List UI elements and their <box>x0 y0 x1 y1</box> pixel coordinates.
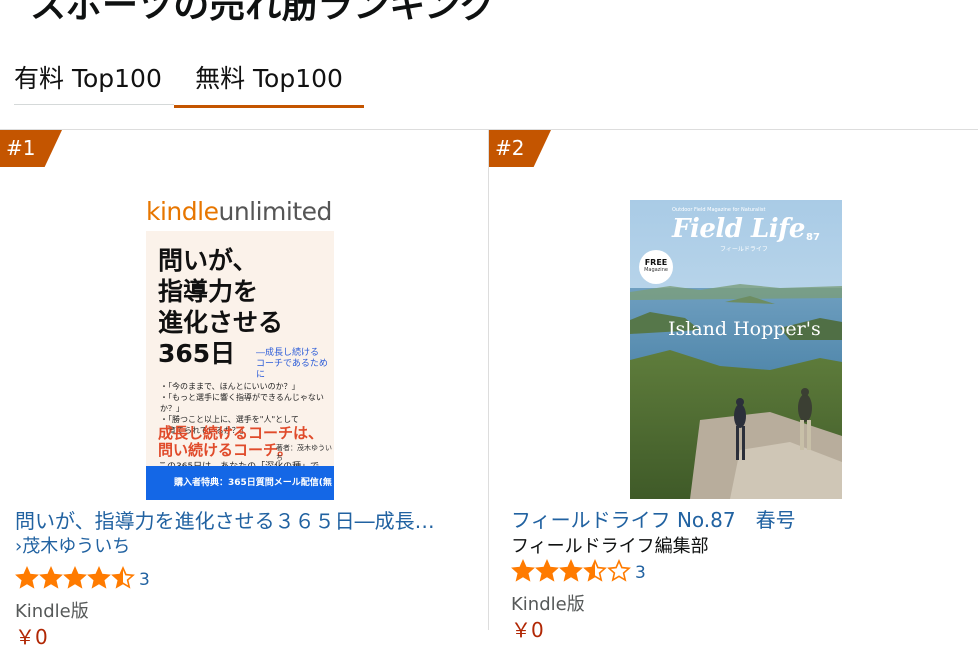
cover-subtitle: ―成長し続ける コーチであるために <box>256 348 328 380</box>
cover-bonus-band: 購入者特典：365日質問メール配信(無料) <box>146 466 334 500</box>
cover-headline: Island Hopper's <box>668 318 821 340</box>
rank-badge: #1 <box>0 130 62 167</box>
rating-count[interactable]: 3 <box>139 570 150 590</box>
format-label: Kindle版 <box>15 601 89 622</box>
rating-count[interactable]: 3 <box>635 563 646 583</box>
star-icon <box>39 566 63 594</box>
star-rating[interactable]: 3 <box>15 566 150 594</box>
free-badge: FREE Magazine <box>639 250 673 284</box>
star-icon <box>607 559 631 587</box>
star-icon <box>87 566 111 594</box>
star-rating[interactable]: 3 <box>511 559 646 587</box>
book-cover[interactable]: 問いが、 指導力を 進化させる 365日 ―成長し続ける コーチであるために ・… <box>146 231 334 500</box>
cover-tagline: Outdoor Field Magazine for Naturalist <box>672 207 766 213</box>
star-icon <box>15 566 39 594</box>
star-icon <box>63 566 87 594</box>
book-title-link[interactable]: 問いが、指導力を進化させる３６５日―成長… <box>15 508 465 534</box>
author-link[interactable]: ›茂木ゆういち <box>15 536 130 558</box>
tab-paid-top100[interactable]: 有料 Top100 <box>14 56 174 105</box>
star-icon <box>559 559 583 587</box>
star-icon <box>583 559 607 587</box>
ranking-item: #2 Outdoor Field Magazine for Naturalist… <box>489 130 978 642</box>
rank-badge: #2 <box>489 130 551 167</box>
kindle-unlimited-logo: kindleunlimited <box>146 197 332 226</box>
cover-kana: フィールドライフ <box>720 246 768 253</box>
price: ￥0 <box>511 618 544 642</box>
format-label: Kindle版 <box>511 594 585 615</box>
tab-free-top100[interactable]: 無料 Top100 <box>174 56 364 108</box>
star-icon <box>111 566 135 594</box>
ranking-item: #1 kindleunlimited 問いが、 指導力を 進化させる 365日 … <box>0 130 488 649</box>
author-name: フィールドライフ編集部 <box>511 536 709 557</box>
book-title-link[interactable]: フィールドライフ No.87 春号 <box>511 507 961 533</box>
star-icon <box>535 559 559 587</box>
page-title: スポーツの売れ筋ランキング <box>30 0 497 26</box>
star-icon <box>511 559 535 587</box>
book-cover[interactable]: Outdoor Field Magazine for Naturalist Fi… <box>630 200 842 499</box>
cover-issue: 87 <box>806 232 820 243</box>
cover-masthead: Field Life <box>672 214 805 244</box>
price: ￥0 <box>15 625 48 649</box>
